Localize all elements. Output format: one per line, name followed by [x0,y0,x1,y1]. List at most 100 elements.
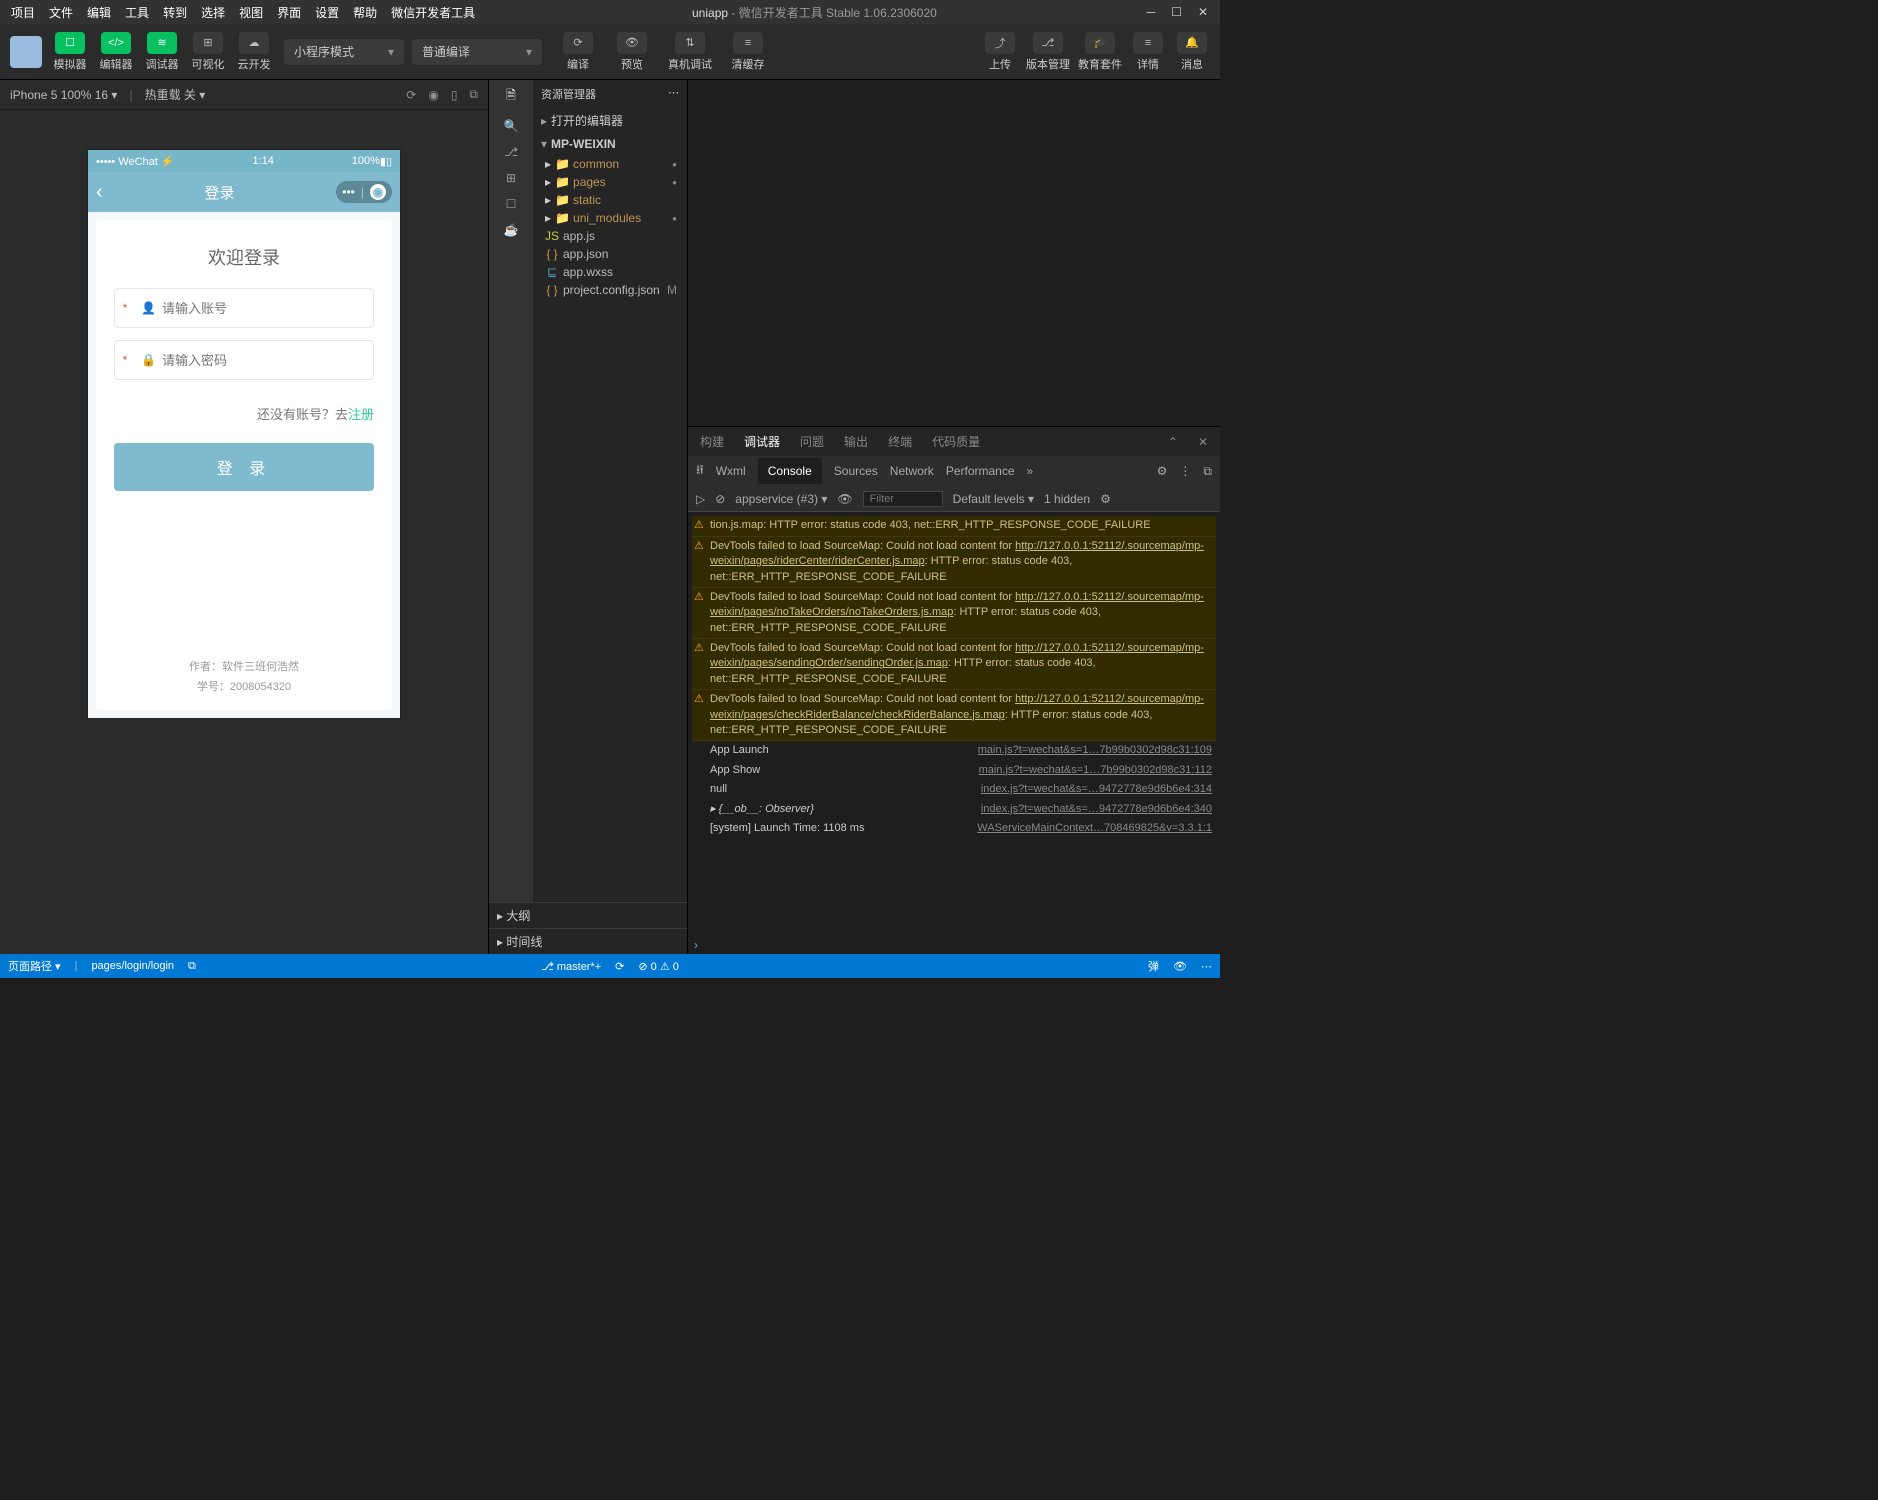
multi-icon[interactable]: ⧉ [469,87,478,102]
capsule-menu[interactable]: •••|◉ [336,181,392,203]
clear-console-icon[interactable]: ⊘ [715,492,725,506]
folder-static[interactable]: ▸📁static [541,191,687,209]
maximize-icon[interactable]: ☐ [1171,5,1182,19]
eye-icon[interactable]: 👁 [837,492,852,506]
visual-icon[interactable]: ⊞ [193,32,223,54]
sync-icon[interactable]: ⟳ [615,960,624,973]
tab-quality[interactable]: 代码质量 [932,433,980,450]
console-prompt[interactable]: › [688,936,1220,954]
search-icon[interactable]: 🔍 [504,119,519,133]
copy-icon[interactable]: ⧉ [188,960,196,973]
file-app-js[interactable]: JSapp.js [541,227,687,245]
menu-item[interactable]: 界面 [270,0,308,25]
tab-output[interactable]: 输出 [844,433,868,450]
timeline-section[interactable]: ▸ 时间线 [489,928,687,954]
db-icon[interactable]: ☐ [506,197,517,211]
preview-icon[interactable]: 👁 [617,32,647,54]
tab-wxml[interactable]: Wxml [716,464,746,478]
username-input[interactable] [162,301,373,316]
page-path[interactable]: pages/login/login [91,960,174,972]
settings-icon[interactable]: ⚙ [1100,492,1111,506]
password-input[interactable] [162,353,373,368]
inspect-icon[interactable]: ⭿ [696,461,704,482]
root-folder[interactable]: ▾MP-WEIXIN [533,133,687,155]
tab-build[interactable]: 构建 [700,433,724,450]
route-label[interactable]: 页面路径 ▾ [8,958,61,974]
clear-icon[interactable]: ≡ [733,32,763,54]
outline-section[interactable]: ▸ 大纲 [489,902,687,928]
tab-performance[interactable]: Performance [946,464,1015,478]
detail-icon[interactable]: ≡ [1133,32,1163,54]
panel-close-icon[interactable]: ✕ [1198,435,1208,449]
gear-icon[interactable]: ⚙ [1157,464,1168,478]
eye2-icon[interactable]: 👁 [1173,960,1187,973]
chevron-up-icon[interactable]: ⌃ [1168,435,1178,449]
file-project-config[interactable]: { }project.config.jsonM [541,281,687,299]
compile-type-select[interactable]: 普通编译▾ [412,39,542,65]
branch-icon[interactable]: ⎇ [504,145,518,159]
login-button[interactable]: 登 录 [114,443,374,491]
cloud-icon[interactable]: ☁ [239,32,269,54]
tab-debugger[interactable]: 调试器 [744,433,780,450]
edu-icon[interactable]: 🎓 [1085,32,1115,54]
tab-problems[interactable]: 问题 [800,433,824,450]
mode-select[interactable]: 小程序模式▾ [284,39,404,65]
file-app-wxss[interactable]: ⊑app.wxss [541,263,687,281]
context-select[interactable]: appservice (#3) ▾ [735,492,827,506]
folder-uni-modules[interactable]: ▸📁uni_modules● [541,209,687,227]
device-select[interactable]: iPhone 5 100% 16 ▾ [10,88,117,102]
file-app-json[interactable]: { }app.json [541,245,687,263]
api-icon[interactable]: ☕ [504,223,519,237]
menu-item[interactable]: 项目 [4,0,42,25]
menu-item[interactable]: 选择 [194,0,232,25]
folder-common[interactable]: ▸📁common● [541,155,687,173]
tab-console[interactable]: Console [758,458,822,484]
git-branch[interactable]: ⎇ master*+ [541,960,601,973]
more2-icon[interactable]: ⋯ [1201,960,1212,973]
stop-icon[interactable]: ▷ [696,492,705,506]
editor-icon[interactable]: </> [101,32,131,54]
upload-icon[interactable]: ⤴ [985,32,1015,54]
filter-input[interactable] [863,491,943,507]
msg-icon[interactable]: 🔔 [1177,32,1207,54]
record-icon[interactable]: ◉ [428,88,438,102]
close-icon[interactable]: ✕ [1198,5,1208,19]
menu-item[interactable]: 转到 [156,0,194,25]
menu-item[interactable]: 编辑 [80,0,118,25]
f12-icon[interactable]: 弹 [1148,958,1159,974]
menu-item[interactable]: 帮助 [346,0,384,25]
compile-icon[interactable]: ⟳ [563,32,593,54]
files-icon[interactable]: 🗎 [506,86,516,107]
menu-item[interactable]: 工具 [118,0,156,25]
tabs-more-icon[interactable]: » [1027,464,1034,478]
refresh-icon[interactable]: ⟳ [406,88,416,102]
realdev-icon[interactable]: ⇅ [675,32,705,54]
tab-network[interactable]: Network [890,464,934,478]
device-icon[interactable]: ▯ [451,88,458,102]
debugger-icon[interactable]: ≋ [147,32,177,54]
simulator-icon[interactable]: ☐ [55,32,85,54]
tab-sources[interactable]: Sources [834,464,878,478]
menu-item[interactable]: 微信开发者工具 [384,0,482,25]
register-link[interactable]: 注册 [348,407,374,422]
ext-icon[interactable]: ⊞ [506,171,516,185]
version-icon[interactable]: ⎇ [1033,32,1063,54]
opened-editors[interactable]: ▸打开的编辑器 [533,108,687,133]
menu-item[interactable]: 文件 [42,0,80,25]
folder-pages[interactable]: ▸📁pages● [541,173,687,191]
dock-icon[interactable]: ⧉ [1203,464,1212,479]
levels-select[interactable]: Default levels ▾ [953,492,1034,506]
username-field[interactable]: *👤 [114,288,374,328]
user-avatar[interactable] [10,36,42,68]
cloud-label: 云开发 [238,56,271,72]
menu-item[interactable]: 视图 [232,0,270,25]
kebab-icon[interactable]: ⋮ [1179,464,1191,478]
minimize-icon[interactable]: ─ [1147,5,1156,19]
hot-reload-toggle[interactable]: 热重载 关 ▾ [145,86,206,103]
tab-terminal[interactable]: 终端 [888,433,912,450]
menu-item[interactable]: 设置 [308,0,346,25]
more-icon[interactable]: ⋯ [668,86,679,102]
password-field[interactable]: *🔒 [114,340,374,380]
back-icon[interactable]: ‹ [96,181,103,204]
problems-count[interactable]: ⊘ 0 ⚠ 0 [638,960,678,973]
